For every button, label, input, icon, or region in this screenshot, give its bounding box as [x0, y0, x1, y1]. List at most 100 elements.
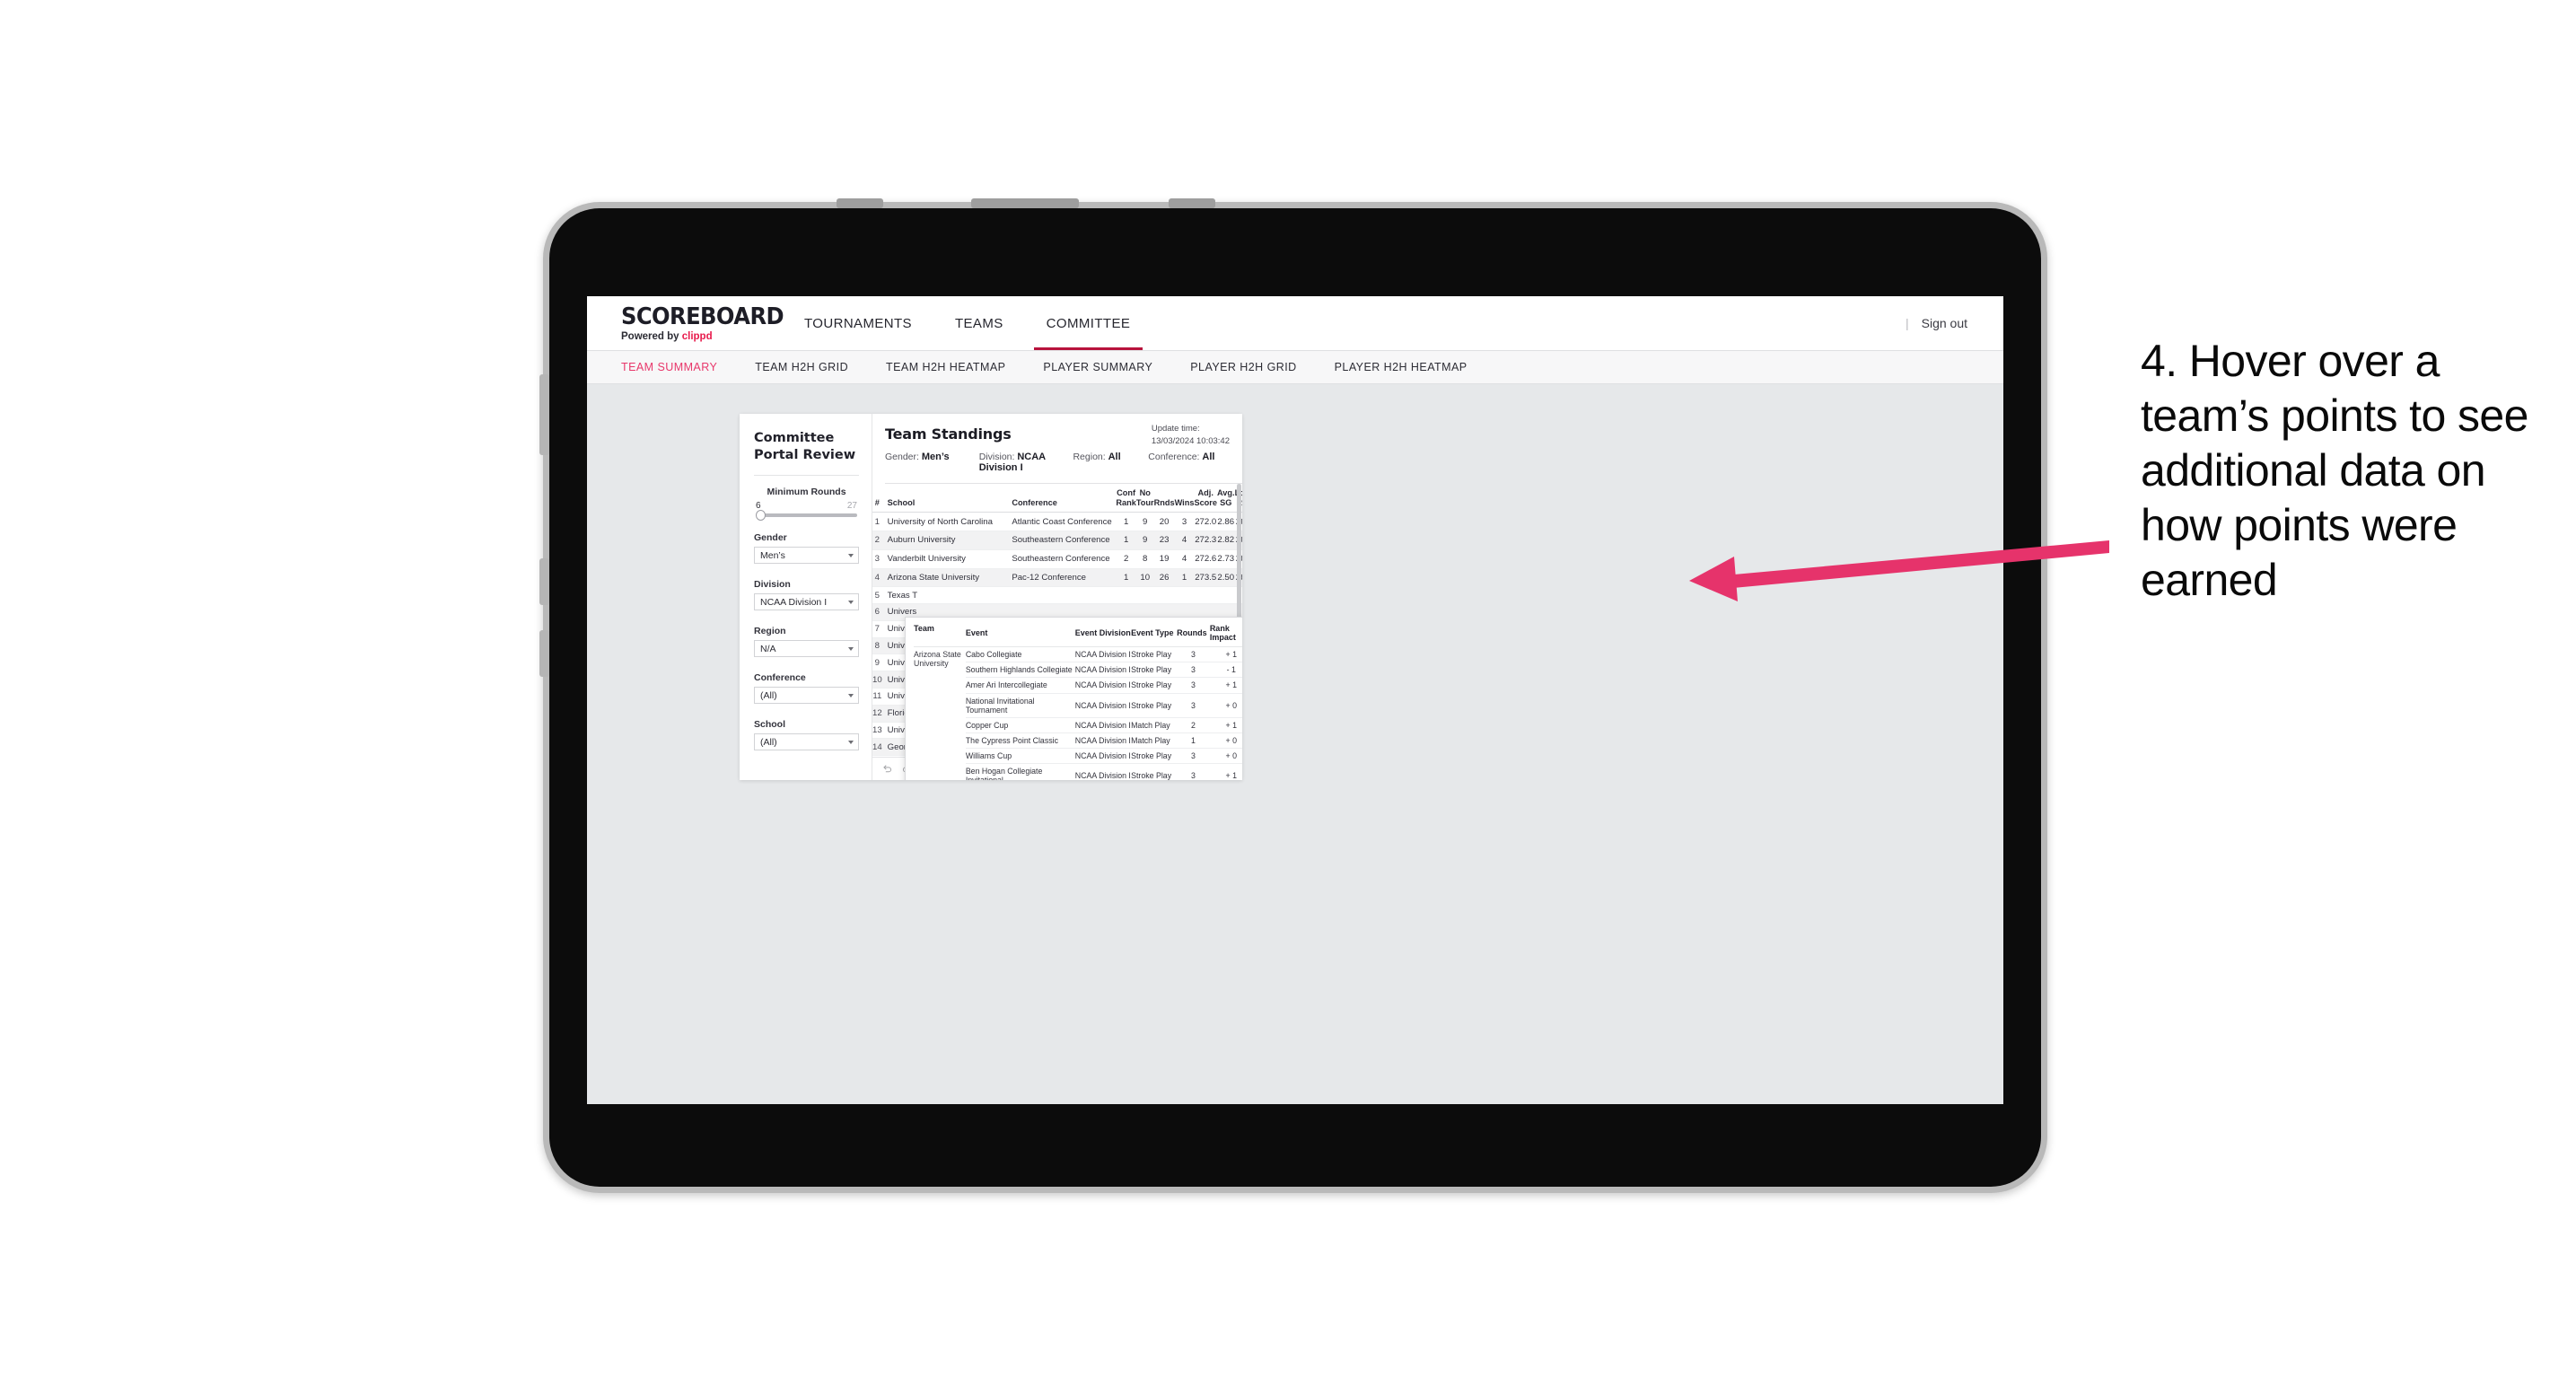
tooltip-cell-event: Williams Cup	[965, 748, 1075, 765]
cell-rank: 11	[872, 688, 882, 706]
col-school[interactable]: School	[881, 484, 1012, 513]
school-value: (All)	[760, 736, 777, 748]
cell-adj-score: 273.5	[1194, 568, 1217, 588]
update-time: Update time: 13/03/2024 10:03:42	[1152, 423, 1230, 448]
region-filter: Region N/A	[754, 626, 859, 658]
cell-rank: 2	[872, 531, 882, 550]
cell-school: Vanderbilt University	[881, 549, 1012, 569]
col-rnds[interactable]: Rnds	[1153, 484, 1175, 513]
conference-select[interactable]: (All)	[754, 687, 859, 705]
col-no-tour-l2: Tour	[1135, 497, 1154, 507]
col-adj-score[interactable]: Adj. Score	[1194, 484, 1217, 513]
chevron-down-icon	[848, 740, 854, 744]
col-wins[interactable]: Wins	[1174, 484, 1195, 513]
cell-wins: 4	[1174, 531, 1195, 550]
col-conference-l1: Conference	[1012, 497, 1057, 507]
tooltip-cell-division: NCAA Division I	[1074, 662, 1132, 679]
tablet-device: SCOREBOARD Powered by clippd TOURNAMENTS…	[539, 198, 2041, 1187]
tab-player-h2h-heatmap[interactable]: PLAYER H2H HEATMAP	[1335, 361, 1468, 373]
tab-team-summary[interactable]: TEAM SUMMARY	[621, 361, 717, 373]
tooltip-cell-type: Stroke Play	[1131, 677, 1178, 694]
update-time-value: 13/03/2024 10:03:42	[1151, 435, 1230, 446]
undo-icon[interactable]	[881, 763, 893, 775]
division-value: NCAA Division I	[760, 596, 828, 608]
tooltip-cell-event: Ben Hogan Collegiate Invitational	[965, 763, 1075, 780]
tooltip-cell-team: Arizona State University	[914, 646, 966, 780]
tooltip-cell-rounds: 3	[1177, 677, 1210, 694]
col-rnds-l1: Rnds	[1153, 497, 1175, 507]
col-conf-rank-l1: Conf	[1117, 488, 1136, 497]
col-conference[interactable]: Conference	[1012, 484, 1117, 513]
nav-item-committee[interactable]: COMMITTEE	[1025, 296, 1152, 350]
tab-team-h2h-heatmap[interactable]: TEAM H2H HEATMAP	[886, 361, 1005, 373]
cell-wins: 4	[1174, 549, 1195, 569]
sidebar-divider	[754, 475, 859, 477]
callout-text: 4. Hover over a team’s points to see add…	[2141, 336, 2528, 605]
col-school-l1: School	[887, 497, 916, 507]
cell-no-tour: 9	[1135, 531, 1154, 550]
table-row[interactable]: 1 University of North Carolina Atlantic Co…	[872, 512, 1242, 531]
cell-avg-sg: 2.82	[1216, 531, 1235, 550]
cell-rank: 3	[872, 549, 882, 569]
chevron-down-icon	[848, 553, 854, 557]
tooltip-cell-event: Southern Highlands Collegiate	[965, 662, 1075, 679]
tooltip-cell-impact: + 0	[1209, 732, 1242, 750]
cell-school: Auburn University	[881, 531, 1012, 550]
table-row[interactable]: 5 Texas T	[872, 586, 1242, 605]
cell-rank: 8	[872, 637, 882, 655]
tab-team-h2h-grid[interactable]: TEAM H2H GRID	[755, 361, 848, 373]
cell-rnds: 20	[1153, 512, 1175, 531]
nav-item-tournaments[interactable]: TOURNAMENTS	[783, 296, 933, 350]
criteria-gender: Gender: Men’s	[885, 452, 979, 473]
cell-conf-rank: 1	[1116, 531, 1136, 550]
col-rank[interactable]: #	[872, 484, 882, 513]
col-no-tour[interactable]: No Tour	[1135, 484, 1154, 513]
cell-rnds: 19	[1153, 549, 1175, 569]
tooltip-col-rank-impact: Rank Impact	[1209, 624, 1242, 647]
division-select[interactable]: NCAA Division I	[754, 593, 859, 611]
tooltip-cell-event: Cabo Collegiate	[965, 646, 1075, 663]
cell-conf-rank: 1	[1116, 568, 1136, 588]
cell-no-tour: 8	[1135, 549, 1154, 569]
powered-by-label: Powered by clippd	[621, 331, 763, 342]
cell-adj-score	[1194, 586, 1217, 605]
tooltip-cell-impact: + 1	[1209, 763, 1242, 780]
tooltip-cell-rounds: 1	[1177, 732, 1210, 750]
tooltip-cell-rounds: 3	[1177, 763, 1210, 780]
conference-value: (All)	[760, 689, 777, 701]
division-filter: Division NCAA Division I	[754, 579, 859, 611]
tab-player-h2h-grid[interactable]: PLAYER H2H GRID	[1190, 361, 1296, 373]
region-select[interactable]: N/A	[754, 640, 859, 658]
minimum-rounds-slider[interactable]	[756, 510, 857, 522]
criteria-conference-label: Conference:	[1148, 452, 1200, 462]
gender-select[interactable]: Men’s	[754, 547, 859, 565]
cell-no-tour: 10	[1135, 568, 1154, 588]
nav-item-teams[interactable]: TEAMS	[933, 296, 1025, 350]
col-avg-sg[interactable]: Avg. SG	[1216, 484, 1235, 513]
standings-scroll-area[interactable]: # School Conference Conf Rank No Tour Rnds…	[872, 484, 1242, 780]
slider-handle[interactable]	[756, 510, 766, 522]
cell-school: Texas T	[881, 586, 1012, 605]
conference-filter: Conference (All)	[754, 672, 859, 705]
viz-scrollbar-thumb[interactable]	[1237, 484, 1241, 618]
col-avg-sg-l1: Avg.	[1216, 488, 1235, 497]
tooltip-cell-impact: + 1	[1209, 677, 1242, 694]
tooltip-cell-division: NCAA Division I	[1074, 717, 1132, 733]
table-row[interactable]: 2 Auburn University Southeastern Conferenc…	[872, 531, 1242, 550]
cell-rank: 1	[872, 512, 882, 531]
sign-out-link[interactable]: Sign out	[1922, 316, 1967, 330]
cell-avg-sg: 2.50	[1216, 568, 1235, 588]
tab-player-summary[interactable]: PLAYER SUMMARY	[1043, 361, 1152, 373]
school-select[interactable]: (All)	[754, 733, 859, 751]
tooltip-cell-rounds: 3	[1177, 646, 1210, 663]
col-conf-rank[interactable]: Conf Rank	[1116, 484, 1136, 513]
viz-viewport: Team Standings Update time: 13/03/2024 1…	[872, 414, 1242, 780]
tooltip-cell-division: NCAA Division I	[1074, 677, 1132, 694]
table-row[interactable]: 3 Vanderbilt University Southeastern Confe…	[872, 549, 1242, 569]
cell-conference: Southeastern Conference	[1012, 549, 1117, 569]
tooltip-cell-type: Match Play	[1131, 717, 1178, 733]
powered-by-text: Powered by	[621, 330, 682, 342]
cell-conf-rank: 1	[1116, 512, 1136, 531]
table-row[interactable]: 4 Arizona State University Pac-12 Conferen…	[872, 568, 1242, 588]
region-label: Region	[754, 626, 786, 637]
